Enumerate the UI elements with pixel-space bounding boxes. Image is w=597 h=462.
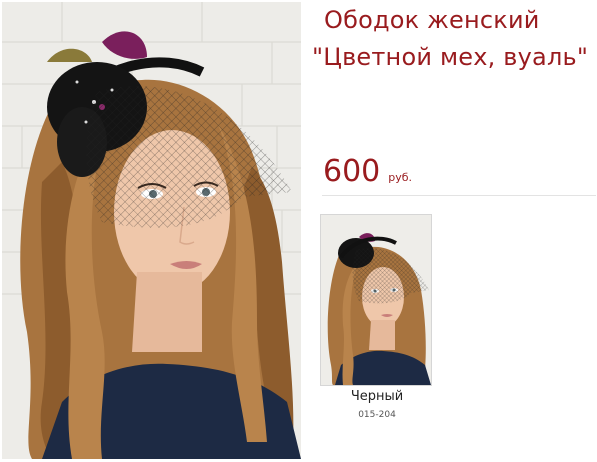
product-title: Ободок женский "Цветной мех, вуаль" bbox=[312, 2, 594, 76]
product-title-line2: "Цветной мех, вуаль" bbox=[312, 43, 589, 71]
divider bbox=[322, 195, 596, 196]
price: 600 руб. bbox=[323, 152, 412, 192]
price-value: 600 bbox=[323, 154, 381, 189]
variant-color-name: Черный bbox=[350, 389, 404, 404]
variant-thumbnail[interactable] bbox=[320, 214, 432, 386]
variant-option[interactable]: Черный 015-204 bbox=[320, 214, 434, 420]
product-title-line1: Ободок женский bbox=[324, 6, 540, 34]
main-product-image[interactable] bbox=[2, 2, 301, 459]
variant-code: 015-204 bbox=[358, 410, 396, 420]
price-currency: руб. bbox=[388, 171, 413, 184]
product-page: Ободок женский "Цветной мех, вуаль" 600 … bbox=[0, 0, 597, 462]
